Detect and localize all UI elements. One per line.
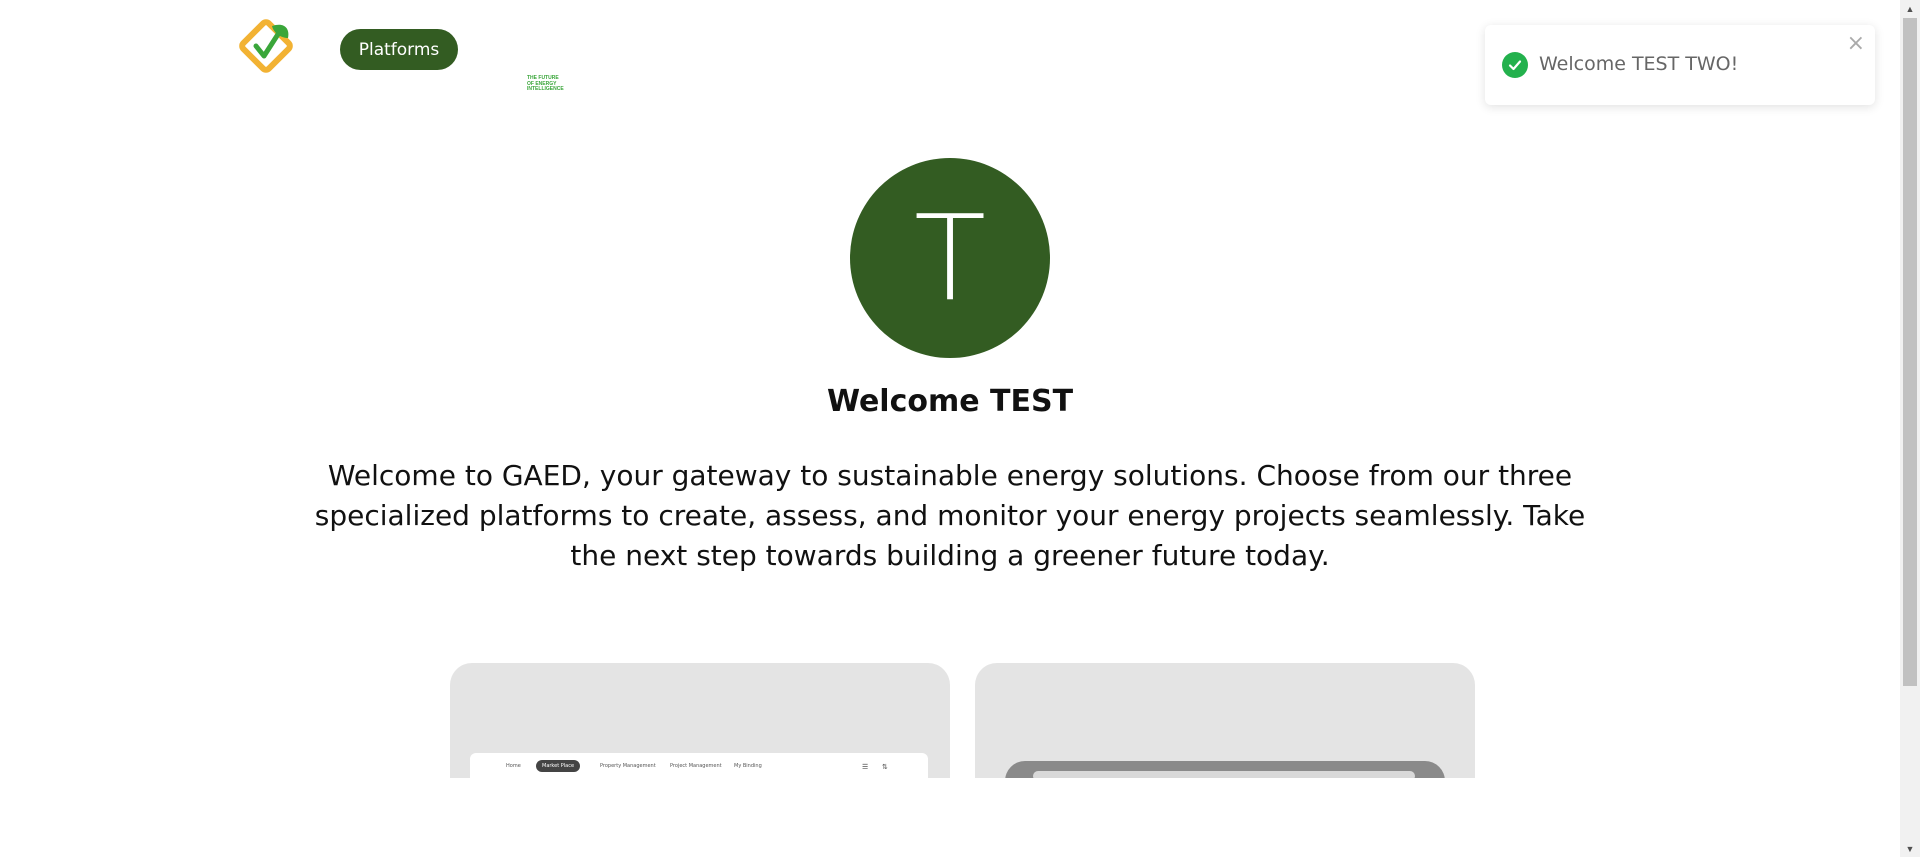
platform-card-2[interactable] bbox=[975, 663, 1475, 779]
toast-notification: Welcome TEST TWO! × bbox=[1485, 25, 1875, 105]
preview-nav-project-management: Project Management bbox=[670, 763, 722, 769]
page: THE FUTURE OF ENERGY INTELLIGENCE Platfo… bbox=[0, 0, 1920, 857]
toast-message: Welcome TEST TWO! bbox=[1539, 53, 1739, 75]
preview-nav-my-binding: My Binding bbox=[734, 763, 762, 769]
card-preview-device bbox=[1005, 761, 1445, 779]
scroll-up-icon[interactable]: ▲ bbox=[1900, 0, 1920, 17]
preview-sort-icon: ⇅ bbox=[882, 763, 888, 771]
preview-nav-home: Home bbox=[506, 763, 521, 769]
gaed-logo[interactable]: THE FUTURE OF ENERGY INTELLIGENCE bbox=[238, 18, 564, 92]
avatar: T bbox=[850, 158, 1050, 358]
logo-mark-icon bbox=[239, 19, 293, 73]
card-preview-navbar: Home Market Place Property Management Pr… bbox=[470, 753, 928, 779]
platform-card-1[interactable]: Home Market Place Property Management Pr… bbox=[450, 663, 950, 779]
preview-filter-icon: ☰ bbox=[862, 763, 869, 771]
preview-nav-market-place: Market Place bbox=[536, 760, 581, 772]
welcome-title: Welcome TEST bbox=[826, 384, 1074, 419]
close-icon[interactable]: × bbox=[1847, 31, 1865, 56]
page-fold bbox=[0, 778, 1900, 857]
vertical-scrollbar[interactable]: ▲ ▼ bbox=[1900, 0, 1920, 857]
platforms-button[interactable]: Platforms bbox=[340, 29, 458, 70]
intro-paragraph: Welcome to GAED, your gateway to sustain… bbox=[314, 459, 1586, 572]
scrollbar-thumb[interactable] bbox=[1903, 18, 1917, 686]
check-circle-icon bbox=[1502, 52, 1528, 78]
logo-tagline: THE FUTURE OF ENERGY INTELLIGENCE bbox=[527, 75, 564, 92]
scroll-down-icon[interactable]: ▼ bbox=[1900, 840, 1920, 857]
preview-nav-property-management: Property Management bbox=[600, 763, 656, 769]
